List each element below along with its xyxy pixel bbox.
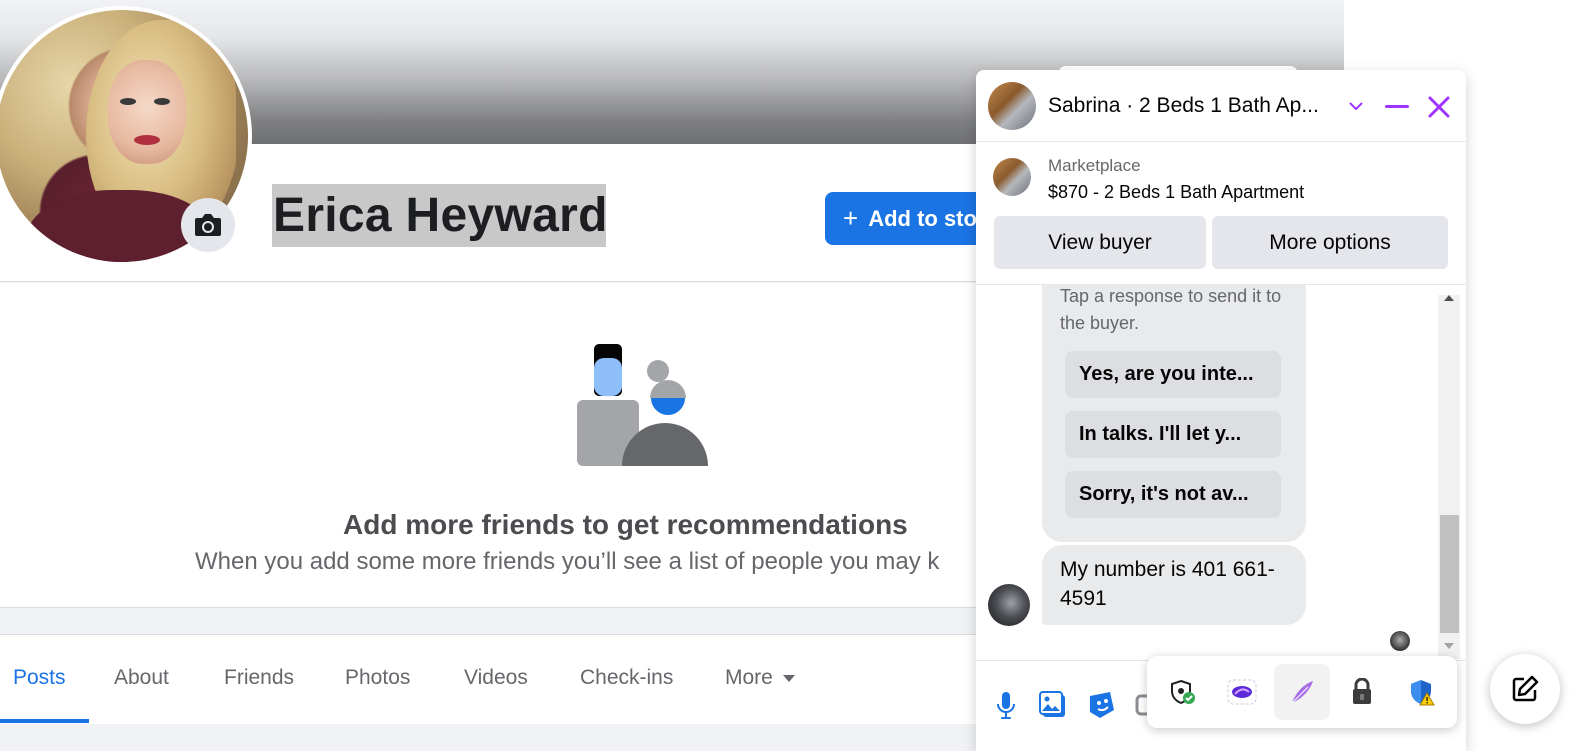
close-icon[interactable] xyxy=(1427,95,1451,119)
tab-photos[interactable]: Photos xyxy=(345,666,410,690)
microphone-icon[interactable] xyxy=(996,691,1016,721)
photo-icon[interactable] xyxy=(1039,691,1067,719)
chevron-down-icon[interactable] xyxy=(1348,100,1364,112)
scrollbar-thumb[interactable] xyxy=(1440,515,1459,633)
quick-reply-sorry[interactable]: Sorry, it's not av... xyxy=(1065,471,1281,518)
listing-avatar[interactable] xyxy=(988,82,1036,130)
scroll-up-arrow-icon[interactable] xyxy=(1444,295,1454,301)
tab-check-ins[interactable]: Check-ins xyxy=(580,666,673,690)
seen-indicator-avatar xyxy=(1390,631,1410,651)
people-illustration-icon xyxy=(577,344,708,466)
extension-vpn[interactable] xyxy=(1155,664,1211,720)
quick-response-hint: Tap a response to send it to the buyer. xyxy=(1060,286,1282,333)
minimize-icon[interactable] xyxy=(1384,104,1410,110)
active-tab-indicator xyxy=(0,719,89,723)
extension-defender[interactable] xyxy=(1394,664,1450,720)
add-to-story-label: Add to sto xyxy=(868,205,977,231)
padlock-icon xyxy=(1353,678,1371,704)
marketplace-label: Marketplace xyxy=(1048,156,1141,175)
recommendations-subtitle: When you add some more friends you’ll se… xyxy=(195,548,940,575)
shield-check-icon xyxy=(1171,679,1195,705)
extension-tray xyxy=(1147,656,1457,728)
purple-eye-icon xyxy=(1227,679,1257,705)
extension-feather[interactable] xyxy=(1274,664,1330,720)
scroll-down-arrow-icon[interactable] xyxy=(1444,643,1454,649)
profile-name: Erica Heyward xyxy=(273,189,608,242)
quick-reply-in-talks[interactable]: In talks. I'll let y... xyxy=(1065,411,1281,458)
tab-more-label: More xyxy=(725,666,773,689)
plus-icon: + xyxy=(843,203,859,233)
sticker-icon[interactable] xyxy=(1088,690,1116,720)
listing-title[interactable]: $870 - 2 Beds 1 Bath Apartment xyxy=(1048,182,1304,203)
compose-icon xyxy=(1512,675,1539,702)
message-list: Tap a response to send it to the buyer. … xyxy=(976,285,1466,659)
update-profile-picture-button[interactable] xyxy=(181,198,235,252)
sender-avatar[interactable] xyxy=(988,584,1030,626)
more-options-button[interactable]: More options xyxy=(1212,216,1448,269)
avatar-lips xyxy=(134,135,160,145)
caret-down-icon xyxy=(782,674,795,682)
extension-purple[interactable] xyxy=(1214,664,1270,720)
avatar-eye xyxy=(120,98,136,105)
camera-icon xyxy=(195,214,221,236)
extension-lock[interactable] xyxy=(1334,664,1390,720)
tab-videos[interactable]: Videos xyxy=(464,666,528,690)
add-to-story-button[interactable]: + Add to sto xyxy=(825,192,985,245)
chat-title[interactable]: Sabrina · 2 Beds 1 Bath Ap... xyxy=(1048,94,1319,118)
avatar-face xyxy=(108,60,186,164)
chat-header: Sabrina · 2 Beds 1 Bath Ap... xyxy=(976,70,1466,142)
chat-window: Sabrina · 2 Beds 1 Bath Ap... Marketplac… xyxy=(976,70,1466,751)
view-buyer-button[interactable]: View buyer xyxy=(994,216,1206,269)
listing-thumbnail xyxy=(993,158,1031,196)
shield-warning-icon xyxy=(1411,680,1435,706)
tab-about[interactable]: About xyxy=(114,666,169,690)
recommendations-title: Add more friends to get recommendations xyxy=(343,509,908,540)
tab-posts[interactable]: Posts xyxy=(13,666,66,690)
new-message-button[interactable] xyxy=(1490,654,1560,724)
quick-reply-yes[interactable]: Yes, are you inte... xyxy=(1065,351,1281,398)
tab-friends[interactable]: Friends xyxy=(224,666,294,690)
tab-more[interactable]: More xyxy=(725,666,795,690)
avatar-eye xyxy=(154,98,170,105)
feather-icon xyxy=(1291,681,1313,704)
message-bubble: My number is 401 661-4591 xyxy=(1042,545,1306,625)
